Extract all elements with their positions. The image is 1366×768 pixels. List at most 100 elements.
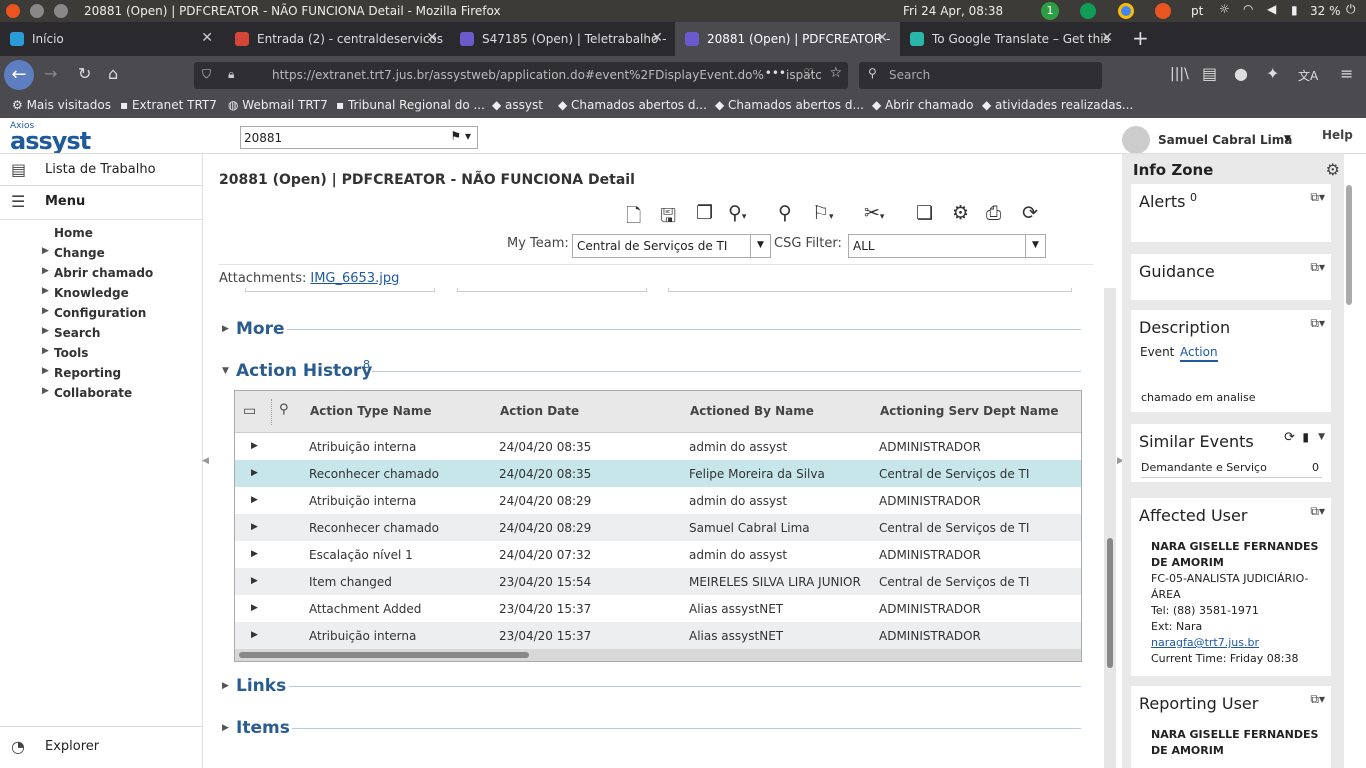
quick-search-type-icon[interactable]: ⚑ ▾ — [450, 129, 471, 143]
table-horizontal-scrollbar[interactable] — [235, 649, 1081, 661]
bookmark-extranet[interactable]: ▪ Extranet TRT7 — [120, 98, 217, 112]
url-bar[interactable]: ⛉ 🔒︎ https://extranet.trt7.jus.br/assyst… — [194, 62, 848, 89]
back-button[interactable]: ← — [4, 60, 34, 90]
quick-search-input[interactable]: 20881 ⚑ ▾ — [240, 126, 478, 149]
expand-row-icon[interactable]: ▶ — [251, 468, 258, 478]
expand-row-icon[interactable]: ▶ — [251, 576, 258, 586]
table-row[interactable]: ▶ Reconhecer chamado 24/04/20 08:35 Felipe … — [235, 460, 1081, 487]
popout-icon[interactable]: ⧉▾ — [1310, 316, 1325, 331]
table-row[interactable]: ▶ Atribuição interna 24/04/20 08:29 admin d… — [235, 487, 1081, 514]
tab-gmail[interactable]: Entrada (2) - centraldeservicos ✕ — [225, 22, 450, 56]
menu-item-abrir-chamado[interactable]: ▶ Abrir chamado — [42, 266, 153, 280]
refresh-icon[interactable]: ⟳ — [1284, 430, 1295, 445]
bookmark-assyst[interactable]: ◆ assyst — [492, 98, 543, 112]
menu-item-change[interactable]: ▶ Change — [42, 246, 105, 260]
email-link[interactable]: naragfa@trt7.jus.br — [1151, 636, 1259, 649]
table-row[interactable]: ▶ Reconhecer chamado 24/04/20 08:29 Samuel … — [235, 514, 1081, 541]
info-zone-scrollbar[interactable] — [1346, 185, 1354, 645]
popout-icon[interactable]: ⧉▾ — [1310, 260, 1325, 275]
menu-item-tools[interactable]: ▶ Tools — [42, 346, 88, 360]
expand-row-icon[interactable]: ▶ — [251, 522, 258, 532]
copy-icon[interactable]: ❐ — [696, 202, 713, 224]
browser-search-input[interactable]: ⚲ Search — [859, 62, 1102, 89]
bookmark-webmail[interactable]: ◍ Webmail TRT7 — [228, 98, 328, 112]
forward-button[interactable]: → — [44, 64, 57, 83]
tab-google-translate[interactable]: To Google Translate – Get this ✕ — [900, 22, 1125, 56]
library-icon[interactable]: |||\ — [1170, 66, 1189, 82]
close-tab-icon[interactable]: ✕ — [876, 30, 888, 46]
col-serv-dept[interactable]: Actioning Serv Dept Name — [880, 404, 1059, 418]
desc-tab-event[interactable]: Event — [1140, 345, 1174, 359]
expand-row-icon[interactable]: ▶ — [251, 603, 258, 613]
popout-icon[interactable]: ⧉▾ — [1310, 504, 1325, 519]
sidebar-icon[interactable]: ▤ — [1202, 64, 1217, 83]
bookmark-abrir-chamado[interactable]: ◆ Abrir chamado — [872, 98, 973, 112]
close-window-icon[interactable] — [6, 4, 20, 18]
expand-row-icon[interactable]: ▶ — [251, 549, 258, 559]
col-actioned-by[interactable]: Actioned By Name — [690, 404, 814, 418]
assyst-logo[interactable]: Axios assyst — [10, 120, 91, 155]
table-row[interactable]: ▶ Item changed 23/04/20 15:54 MEIRELES SILV… — [235, 568, 1081, 595]
bookmark-star-icon[interactable]: ☆ — [829, 65, 842, 81]
notification-badge[interactable]: 1 — [1041, 2, 1059, 20]
similar-row[interactable]: Demandante e Serviço — [1141, 461, 1267, 474]
close-tab-icon[interactable]: ✕ — [201, 30, 213, 46]
bookmark-chamados-1[interactable]: ◆ Chamados abertos d... — [558, 98, 707, 112]
close-tab-icon[interactable]: ✕ — [651, 30, 663, 46]
new-tab-button[interactable]: + — [1132, 26, 1149, 50]
bookmark-chamados-2[interactable]: ◆ Chamados abertos d... — [715, 98, 864, 112]
bookmark-tribunal[interactable]: ▪ Tribunal Regional do ... — [336, 98, 485, 112]
pocket-icon[interactable]: ♡ — [803, 66, 814, 80]
menu-item-home[interactable]: Home — [54, 226, 93, 240]
column-chooser-icon[interactable]: ▭ — [243, 403, 256, 419]
chrome-icon[interactable] — [1118, 3, 1134, 19]
expand-row-icon[interactable]: ▶ — [251, 630, 258, 640]
extension-icon[interactable]: ✦ — [1266, 64, 1279, 83]
minimize-window-icon[interactable] — [30, 4, 44, 18]
menu-item-configuration[interactable]: ▶ Configuration — [42, 306, 146, 320]
help-link[interactable]: Help — [1322, 128, 1353, 142]
sidebar-menu[interactable]: ☰ Menu — [0, 186, 203, 220]
language-indicator[interactable]: pt — [1191, 4, 1203, 18]
clock[interactable]: Fri 24 Apr, 08:38 — [903, 4, 1003, 18]
volume-icon[interactable]: ◀ — [1267, 2, 1276, 16]
expand-row-icon[interactable]: ▶ — [251, 441, 258, 451]
menu-item-knowledge[interactable]: ▶ Knowledge — [42, 286, 129, 300]
col-action-date[interactable]: Action Date — [500, 404, 579, 418]
user-menu[interactable]: Samuel Cabral Lima ▼ — [1120, 126, 1300, 154]
gear-icon[interactable]: ⚙ — [952, 202, 969, 224]
lock-icon[interactable]: 🔒︎ — [228, 67, 234, 82]
wifi-icon[interactable]: ◠ — [1243, 2, 1253, 16]
main-vertical-scrollbar[interactable] — [1104, 288, 1116, 768]
account-icon[interactable]: ● — [1234, 64, 1248, 83]
hamburger-menu-icon[interactable]: ≡ — [1340, 64, 1353, 83]
expand-row-icon[interactable]: ▶ — [251, 495, 258, 505]
desc-tab-action[interactable]: Action — [1180, 345, 1218, 362]
run-action-icon[interactable]: ⚐▾ — [812, 202, 834, 224]
table-row[interactable]: ▶ Atribuição interna 23/04/20 15:37 Alias a… — [235, 622, 1081, 649]
attachment-column-icon[interactable]: ⚲ — [279, 402, 289, 417]
tab-inicio[interactable]: Início ✕ — [0, 22, 225, 56]
popout-icon[interactable]: ⧉▾ — [1310, 692, 1325, 707]
home-button[interactable]: ⌂ — [108, 64, 118, 83]
print-icon[interactable]: ⎙ — [986, 202, 1001, 224]
refresh-icon[interactable]: ⟳ — [1022, 202, 1038, 224]
table-row[interactable]: ▶ Escalação nível 1 24/04/20 07:32 admin do… — [235, 541, 1081, 568]
tools-dropdown-icon[interactable]: ✂▾ — [864, 202, 884, 224]
pin-icon[interactable]: ▮ — [1302, 430, 1309, 444]
attachment-link[interactable]: IMG_6653.jpg — [310, 271, 399, 286]
bookmark-mais-visitados[interactable]: ⚙ Mais visitados — [12, 98, 111, 112]
new-document-icon[interactable]: 🗋 — [626, 202, 641, 234]
attach-icon[interactable]: ⚲ — [778, 202, 792, 224]
menu-item-search[interactable]: ▶ Search — [42, 326, 100, 340]
popout-icon[interactable]: ⧉▾ — [1310, 190, 1325, 205]
battery-icon[interactable]: ▮ — [1291, 3, 1298, 17]
table-row[interactable]: ▶ Attachment Added 23/04/20 15:37 Alias ass… — [235, 595, 1081, 622]
reload-button[interactable]: ↻ — [78, 64, 91, 83]
save-icon[interactable]: 🖫 — [660, 202, 676, 234]
power-icon[interactable]: ⏻ — [1346, 2, 1356, 17]
page-actions-icon[interactable]: ••• — [764, 66, 786, 80]
menu-item-collaborate[interactable]: ▶ Collaborate — [42, 386, 132, 400]
brightness-icon[interactable]: ☼ — [1219, 2, 1230, 16]
shield-icon[interactable]: ⛉ — [202, 67, 211, 82]
